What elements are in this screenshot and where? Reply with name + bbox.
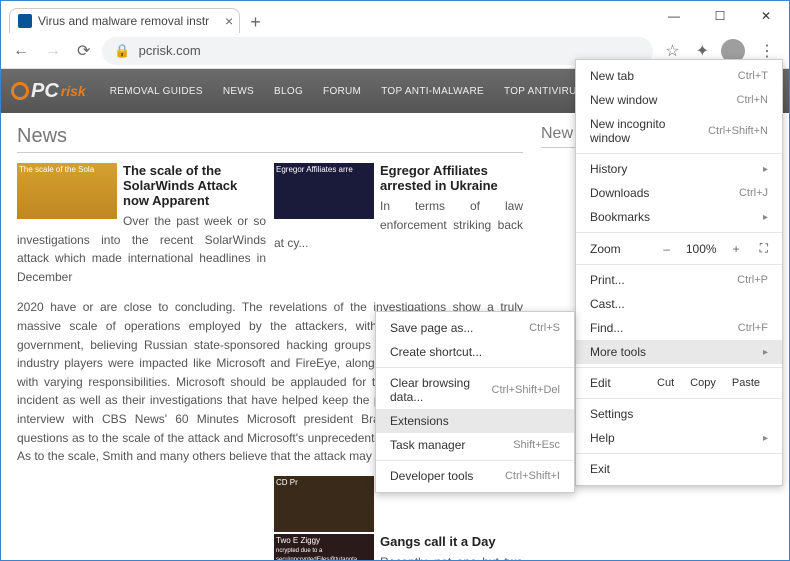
zoom-out-button[interactable]: – <box>657 242 676 256</box>
zoom-in-button[interactable]: + <box>727 242 746 256</box>
menu-edit-row: Edit Cut Copy Paste <box>576 371 782 395</box>
news-heading: News <box>17 125 523 153</box>
news-article-2[interactable]: Egregor Affiliates arre Egregor Affiliat… <box>274 163 523 253</box>
minimize-button[interactable]: — <box>651 1 697 31</box>
menu-print[interactable]: Print...Ctrl+P <box>576 268 782 292</box>
nav-removal-guides[interactable]: REMOVAL GUIDES <box>100 86 213 97</box>
menu-new-window[interactable]: New windowCtrl+N <box>576 88 782 112</box>
copy-button[interactable]: Copy <box>682 377 724 389</box>
tab-title: Virus and malware removal instr <box>38 14 209 28</box>
close-window-button[interactable]: ✕ <box>743 1 789 31</box>
nav-blog[interactable]: BLOG <box>264 86 313 97</box>
news-article-1[interactable]: The scale of the Sola The scale of the S… <box>17 163 266 286</box>
window-controls: — ☐ ✕ <box>651 1 789 31</box>
nav-top-antimalware[interactable]: TOP ANTI-MALWARE <box>371 86 494 97</box>
new-tab-button[interactable]: + <box>244 12 267 33</box>
menu-cast[interactable]: Cast... <box>576 292 782 316</box>
logo-pc-text: PC <box>31 80 59 103</box>
submenu-extensions[interactable]: Extensions <box>376 409 574 433</box>
zoom-value: 100% <box>682 242 721 256</box>
reload-button[interactable]: ⟳ <box>73 41 94 61</box>
nav-forum[interactable]: FORUM <box>313 86 371 97</box>
chrome-menu: New tabCtrl+T New windowCtrl+N New incog… <box>575 59 783 486</box>
submenu-task-manager[interactable]: Task managerShift+Esc <box>376 433 574 457</box>
menu-exit[interactable]: Exit <box>576 457 782 481</box>
address-bar[interactable]: 🔒 pcrisk.com <box>102 37 653 65</box>
menu-history[interactable]: History▸ <box>576 157 782 181</box>
cut-button[interactable]: Cut <box>649 377 682 389</box>
menu-incognito[interactable]: New incognito windowCtrl+Shift+N <box>576 112 782 150</box>
lock-icon: 🔒 <box>114 43 130 59</box>
news-thumb-3: CD Pr <box>274 476 374 532</box>
submenu-save-page[interactable]: Save page as...Ctrl+S <box>376 316 574 340</box>
paste-button[interactable]: Paste <box>724 377 768 389</box>
favicon-icon <box>18 14 32 28</box>
news-lead-1: Over the past week or so investigations … <box>17 212 266 286</box>
logo-risk-text: risk <box>61 83 86 99</box>
menu-more-tools[interactable]: More tools▸ <box>576 340 782 364</box>
menu-find[interactable]: Find...Ctrl+F <box>576 316 782 340</box>
fullscreen-button[interactable]: ⛶ <box>760 241 768 256</box>
more-tools-submenu: Save page as...Ctrl+S Create shortcut...… <box>375 311 575 493</box>
extensions-icon[interactable]: ✦ <box>692 41 713 61</box>
submenu-create-shortcut[interactable]: Create shortcut... <box>376 340 574 364</box>
chrome-menu-button[interactable]: ⋮ <box>753 41 781 61</box>
submenu-clear-data[interactable]: Clear browsing data...Ctrl+Shift+Del <box>376 371 574 409</box>
news-article-4[interactable]: Two E Ziggyncrypted due to a secu\nncryp… <box>274 534 523 560</box>
menu-downloads[interactable]: DownloadsCtrl+J <box>576 181 782 205</box>
forward-button[interactable]: → <box>41 42 65 60</box>
menu-new-tab[interactable]: New tabCtrl+T <box>576 64 782 88</box>
logo-magnifier-icon <box>11 82 29 100</box>
url-text: pcrisk.com <box>139 43 201 58</box>
titlebar: Virus and malware removal instr × + — ☐ … <box>1 1 789 33</box>
submenu-dev-tools[interactable]: Developer toolsCtrl+Shift+I <box>376 464 574 488</box>
maximize-button[interactable]: ☐ <box>697 1 743 31</box>
news-thumb-1: The scale of the Sola <box>17 163 117 219</box>
site-logo[interactable]: PCrisk <box>11 80 86 103</box>
menu-zoom: Zoom – 100% + ⛶ <box>576 236 782 261</box>
browser-tab[interactable]: Virus and malware removal instr × <box>9 8 240 33</box>
news-thumb-4: Two E Ziggyncrypted due to a secu\nncryp… <box>274 534 374 560</box>
nav-news[interactable]: NEWS <box>213 86 264 97</box>
news-thumb-2: Egregor Affiliates arre <box>274 163 374 219</box>
menu-help[interactable]: Help▸ <box>576 426 782 450</box>
close-tab-icon[interactable]: × <box>225 13 233 29</box>
menu-bookmarks[interactable]: Bookmarks▸ <box>576 205 782 229</box>
back-button[interactable]: ← <box>9 42 33 60</box>
edit-label: Edit <box>590 376 649 390</box>
menu-settings[interactable]: Settings <box>576 402 782 426</box>
zoom-label: Zoom <box>590 242 651 256</box>
bookmark-star-icon[interactable]: ☆ <box>661 41 683 61</box>
